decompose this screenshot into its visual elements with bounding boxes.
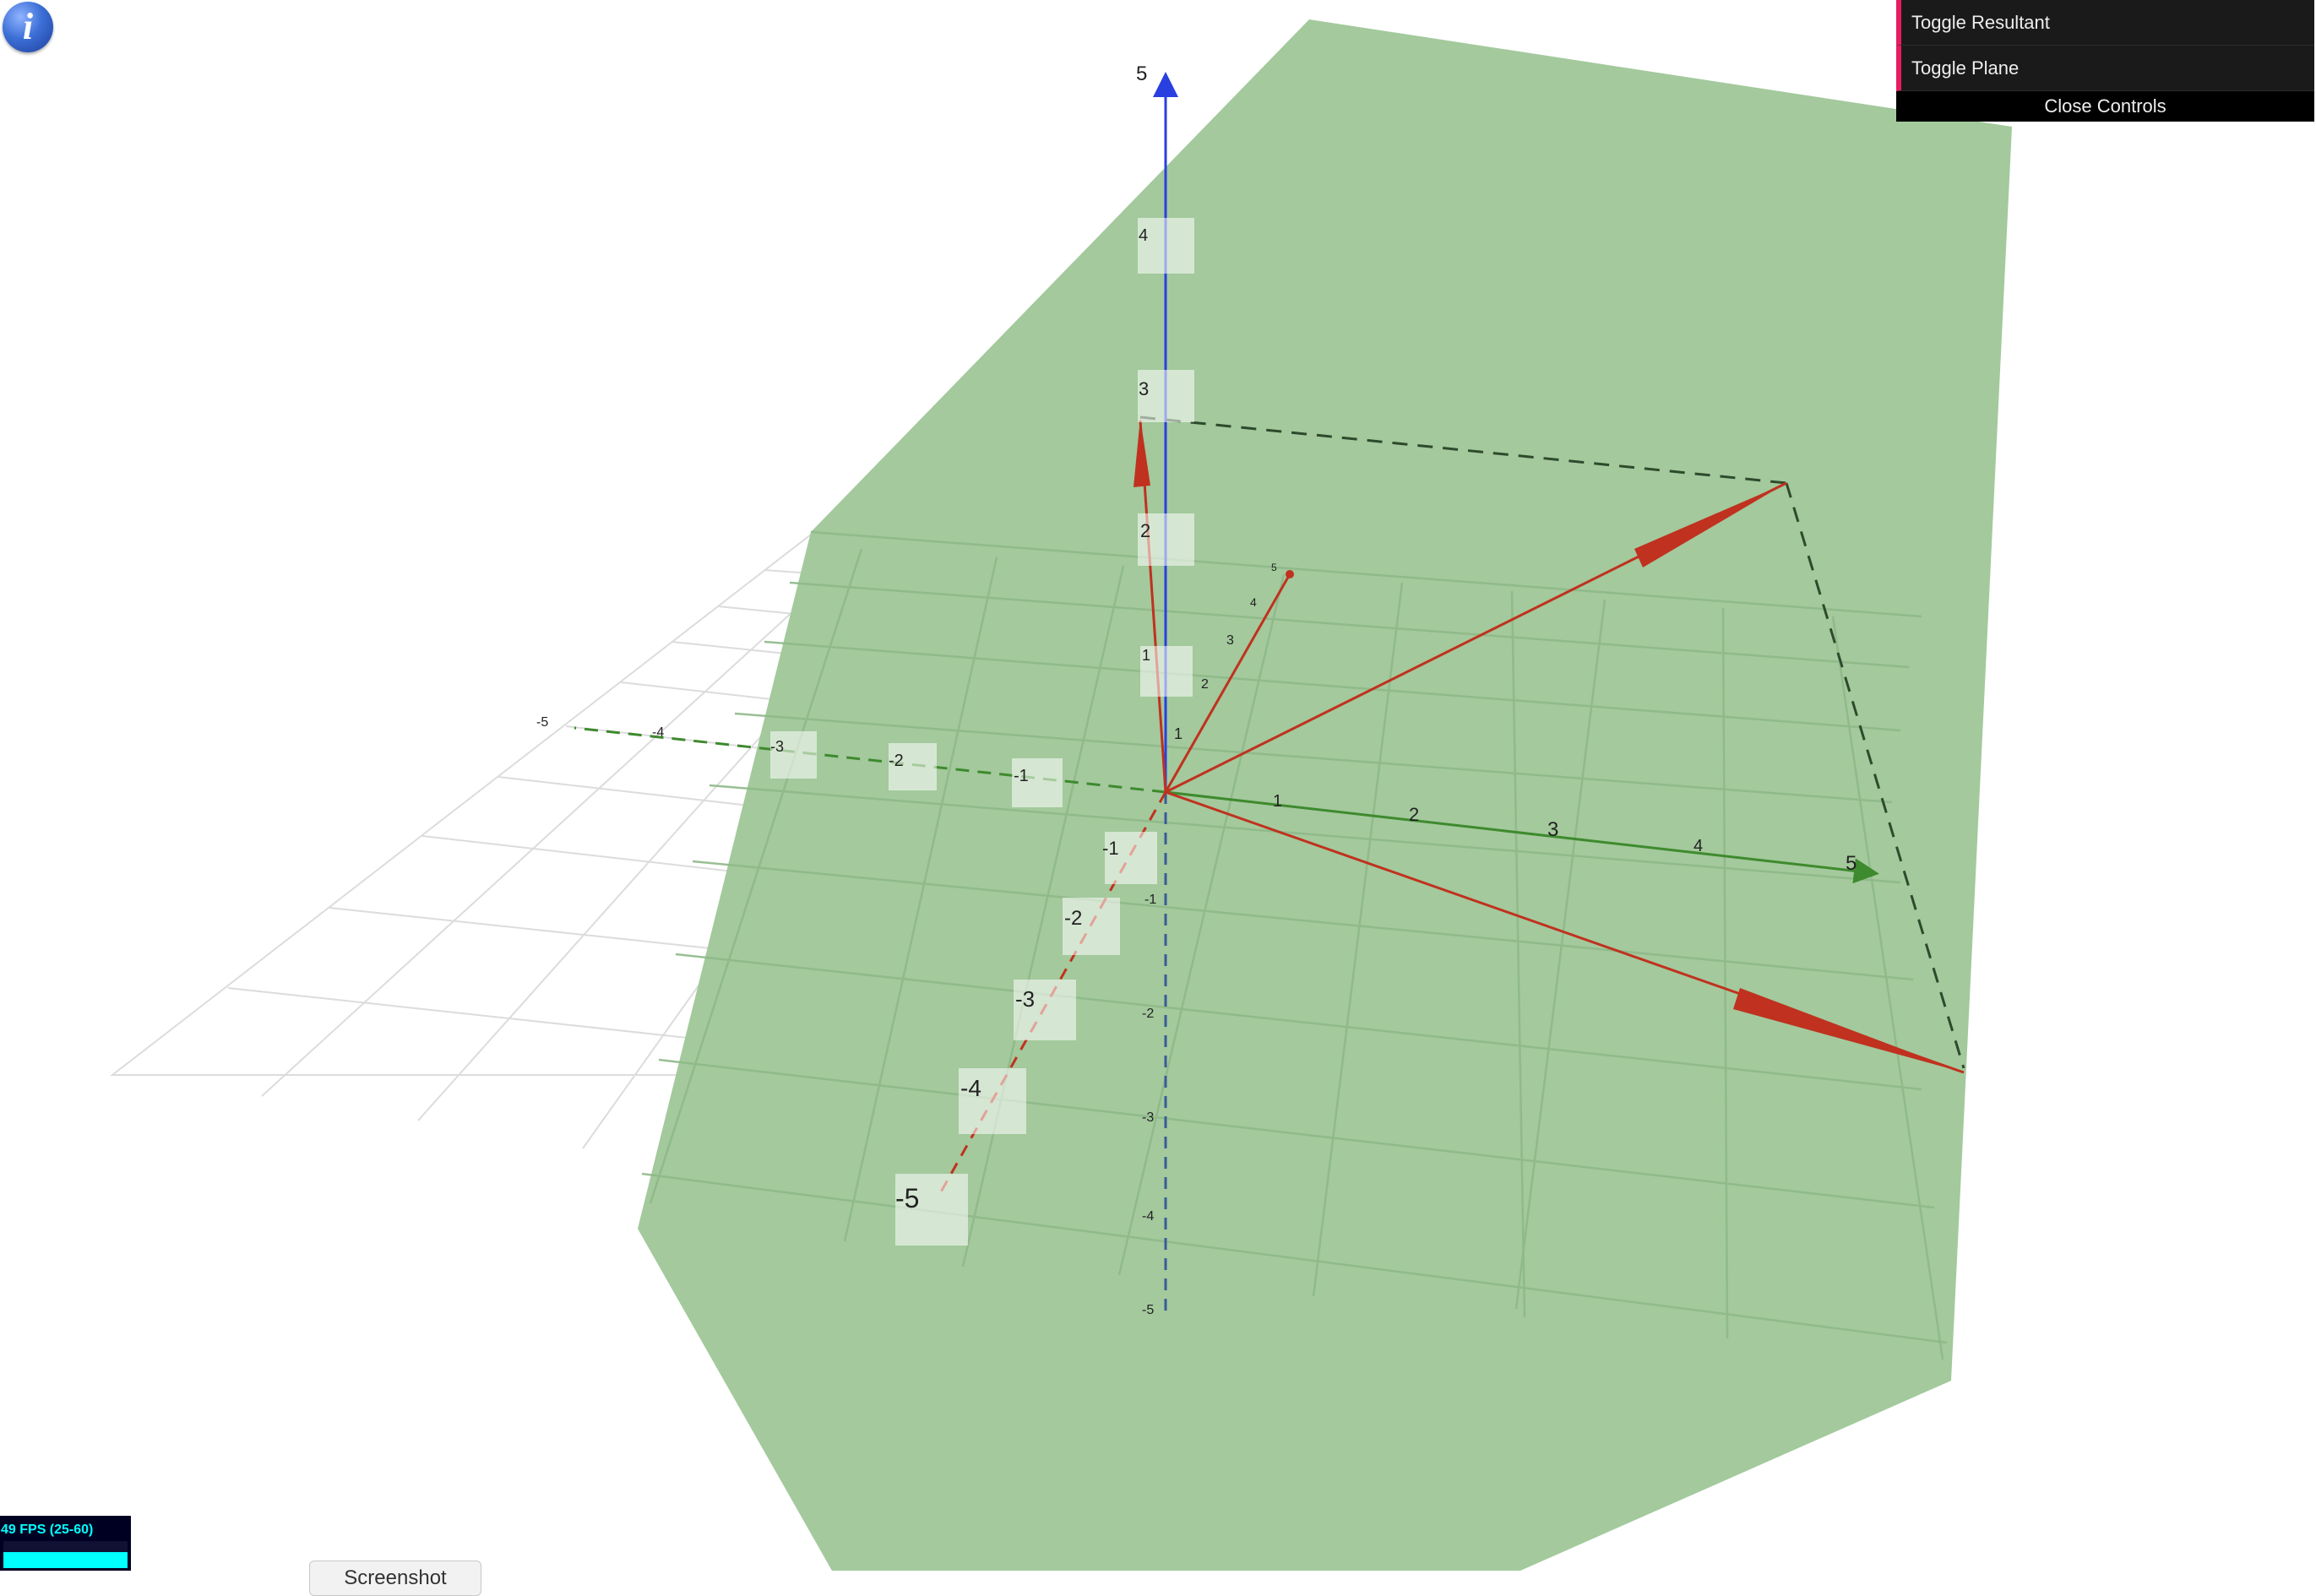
y-tick-2: 2 (1201, 677, 1209, 692)
y-tick-4: 4 (1250, 595, 1257, 609)
x-neg-tick-4: -4 (652, 725, 664, 740)
y-neg-tick-1: -1 (1102, 838, 1119, 859)
z-neg-tick-5: -5 (1142, 1303, 1154, 1317)
info-icon[interactable]: i (3, 2, 53, 52)
fps-meter[interactable]: 49 FPS (25-60) (0, 1516, 131, 1571)
y-neg-tick-4: -4 (960, 1075, 981, 1101)
z-tick-4: 4 (1139, 226, 1148, 245)
z-tick-2: 2 (1140, 520, 1150, 541)
x-tick-4: 4 (1694, 837, 1703, 855)
x-neg-tick-3: -3 (770, 738, 784, 755)
z-neg-tick-4: -4 (1142, 1209, 1154, 1224)
y-tick-3: 3 (1226, 633, 1234, 648)
z-neg-tick-2: -2 (1142, 1007, 1154, 1021)
y-tick-1: 1 (1174, 725, 1182, 742)
x-tick-2: 2 (1409, 804, 1419, 825)
z-axis-top-label: 5 (1136, 62, 1147, 85)
x-tick-1: 1 (1273, 792, 1282, 811)
x-tick-3: 3 (1547, 818, 1558, 841)
z-neg-tick-3: -3 (1142, 1110, 1154, 1125)
y-neg-tick-3: -3 (1015, 986, 1035, 1012)
y-tick-5: 5 (1271, 562, 1277, 573)
z-tick-1: 1 (1142, 647, 1150, 664)
fps-graph (3, 1541, 128, 1568)
fps-readout: 49 FPS (25-60) (1, 1523, 94, 1537)
toggle-plane-button[interactable]: Toggle Plane (1896, 46, 2314, 91)
x-neg-tick-2: -2 (889, 752, 904, 770)
screenshot-button[interactable]: Screenshot (309, 1561, 481, 1596)
z-neg-tick-1: -1 (1144, 893, 1156, 907)
close-controls-button[interactable]: Close Controls (1896, 91, 2314, 122)
info-glyph: i (22, 6, 34, 47)
y-neg-tick-2: -2 (1064, 907, 1082, 930)
x-neg-tick-1: -1 (1014, 767, 1029, 785)
x-neg-tick-5: -5 (536, 715, 548, 730)
x-tick-5: 5 (1846, 852, 1857, 875)
y-neg-tick-5: -5 (895, 1183, 919, 1213)
3d-scene[interactable]: 5 4 3 2 1 -1 -2 -3 -4 -5 1 2 3 4 5 -1 -2… (0, 0, 2316, 1571)
z-tick-3: 3 (1139, 378, 1149, 399)
controls-panel: Toggle Resultant Toggle Plane Close Cont… (1896, 0, 2314, 122)
toggle-resultant-button[interactable]: Toggle Resultant (1896, 0, 2314, 46)
